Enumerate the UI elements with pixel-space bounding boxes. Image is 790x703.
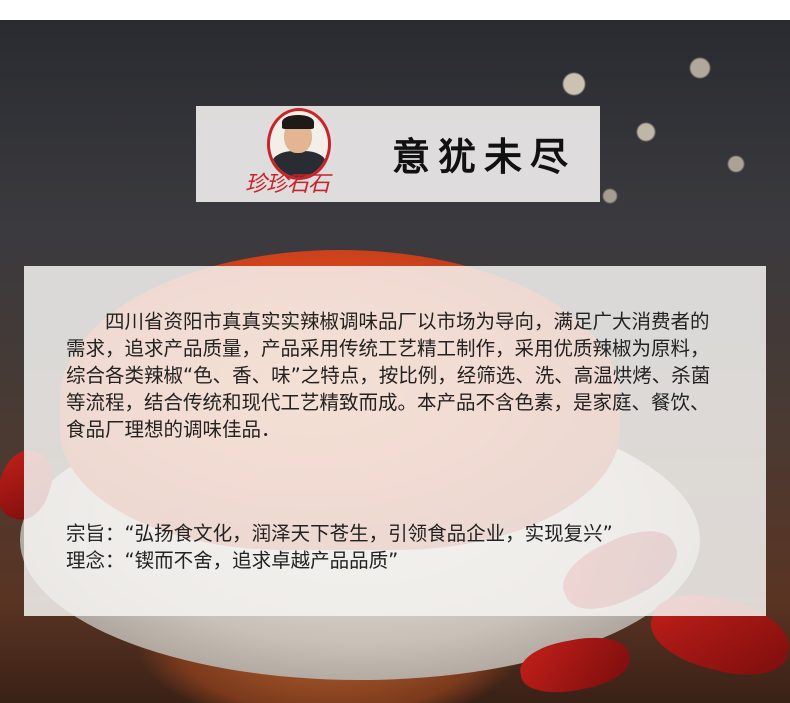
company-tenets: 宗旨：“弘扬食文化，润泽天下苍生，引领食品企业，实现复兴” 理念：“锲而不舍，追… — [66, 520, 746, 574]
mission-statement: 宗旨：“弘扬食文化，润泽天下苍生，引领食品企业，实现复兴” — [66, 522, 613, 545]
page-title: 意犹未尽 — [392, 134, 577, 179]
brand-logo-text: 珍珍石石 — [245, 172, 330, 197]
company-description: 四川省资阳市真真实实辣椒调味品厂以市场为导向，满足广大消费者的需求，追求产品质量… — [66, 310, 711, 441]
product-detail-banner: 珍珍石石 意犹未尽 四川省资阳市真真实实辣椒调味品厂以市场为导向，满足广大消费者… — [0, 0, 790, 703]
brand-logo: 珍珍石石 — [245, 108, 357, 200]
philosophy-statement: 理念：“锲而不舍，追求卓越产品品质” — [66, 549, 399, 572]
